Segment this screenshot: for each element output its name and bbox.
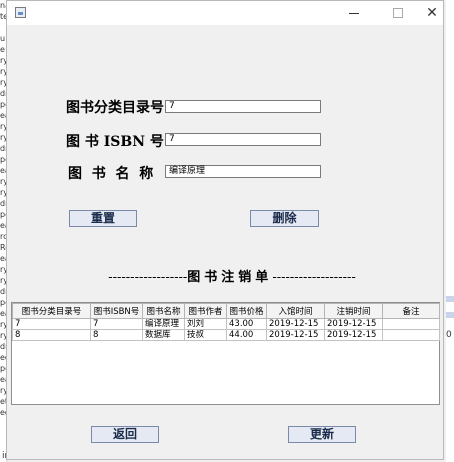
column-header-price[interactable]: 图书价格 [226, 303, 267, 319]
divider-left-dashes: ------------------ [108, 270, 188, 285]
table-row[interactable]: 8 8 数据库 技叔 44.00 2019-12-15 2019-12-15 [12, 329, 440, 341]
column-header-author[interactable]: 图书作者 [184, 303, 227, 319]
name-label: 图 书 名 称 [68, 166, 154, 182]
background-right-edge: 0 [446, 0, 454, 462]
title-bar[interactable]: ✕ [7, 1, 443, 25]
update-button[interactable]: 更新 [288, 426, 356, 443]
table-cell[interactable]: 8 [12, 329, 91, 341]
category-label: 图书分类目录号 [66, 100, 164, 116]
table-row[interactable]: 7 7 编译原理 刘刘 43.00 2019-12-15 2019-12-15 [12, 318, 440, 330]
column-header-name[interactable]: 图书名称 [142, 303, 185, 319]
close-button[interactable]: ✕ [421, 5, 443, 21]
table-header-row: 图书分类目录号 图书ISBN号 图书名称 图书作者 图书价格 入馆时间 注销时间… [12, 303, 440, 319]
isbn-field[interactable]: 7 [165, 133, 321, 146]
column-header-cancel-date[interactable]: 注销时间 [324, 303, 383, 319]
table-cell[interactable]: 2019-12-15 [266, 318, 325, 330]
name-field[interactable]: 编译原理 [165, 165, 321, 178]
category-field[interactable]: 7 [165, 100, 321, 113]
table-cell[interactable] [382, 318, 440, 330]
table-cell[interactable] [382, 329, 440, 341]
delete-button[interactable]: 删除 [250, 210, 319, 227]
column-header-isbn[interactable]: 图书ISBN号 [90, 303, 143, 319]
table-cell[interactable]: 2019-12-15 [266, 329, 325, 341]
column-header-note[interactable]: 备注 [382, 303, 440, 319]
divider-right-dashes: ------------------- [272, 270, 356, 285]
cancel-list-title: 图书注销单 [187, 270, 273, 285]
table-cell[interactable]: 7 [12, 318, 91, 330]
table-cell[interactable]: 刘刘 [184, 318, 227, 330]
column-header-category[interactable]: 图书分类目录号 [12, 303, 91, 319]
table-cell[interactable]: 数据库 [142, 329, 185, 341]
table-cell[interactable]: 技叔 [184, 329, 227, 341]
isbn-label: 图 书 ISBN 号 [66, 134, 164, 150]
table-cell[interactable]: 43.00 [226, 318, 267, 330]
maximize-button[interactable] [387, 5, 409, 21]
table-cell[interactable]: 7 [90, 318, 143, 330]
table-cell[interactable]: 2019-12-15 [324, 318, 383, 330]
table-cell[interactable]: 44.00 [226, 329, 267, 341]
table-cell[interactable]: 8 [90, 329, 143, 341]
back-button[interactable]: 返回 [91, 426, 159, 443]
column-header-entry-date[interactable]: 入馆时间 [266, 303, 325, 319]
cancel-table[interactable]: 图书分类目录号 图书ISBN号 图书名称 图书作者 图书价格 入馆时间 注销时间… [11, 302, 440, 405]
table-cell[interactable]: 2019-12-15 [324, 329, 383, 341]
cancel-list-divider: ------------------图书注销单-----------------… [57, 266, 407, 285]
table-cell[interactable]: 编译原理 [142, 318, 185, 330]
minimize-button[interactable] [343, 5, 365, 21]
book-cancel-window: ✕ 图书分类目录号 7 图 书 ISBN 号 7 图 书 名 称 编译原理 重置… [6, 0, 444, 460]
reset-button[interactable]: 重置 [69, 210, 137, 227]
java-app-icon [15, 7, 26, 18]
background-right-mark: 0 [446, 330, 452, 340]
